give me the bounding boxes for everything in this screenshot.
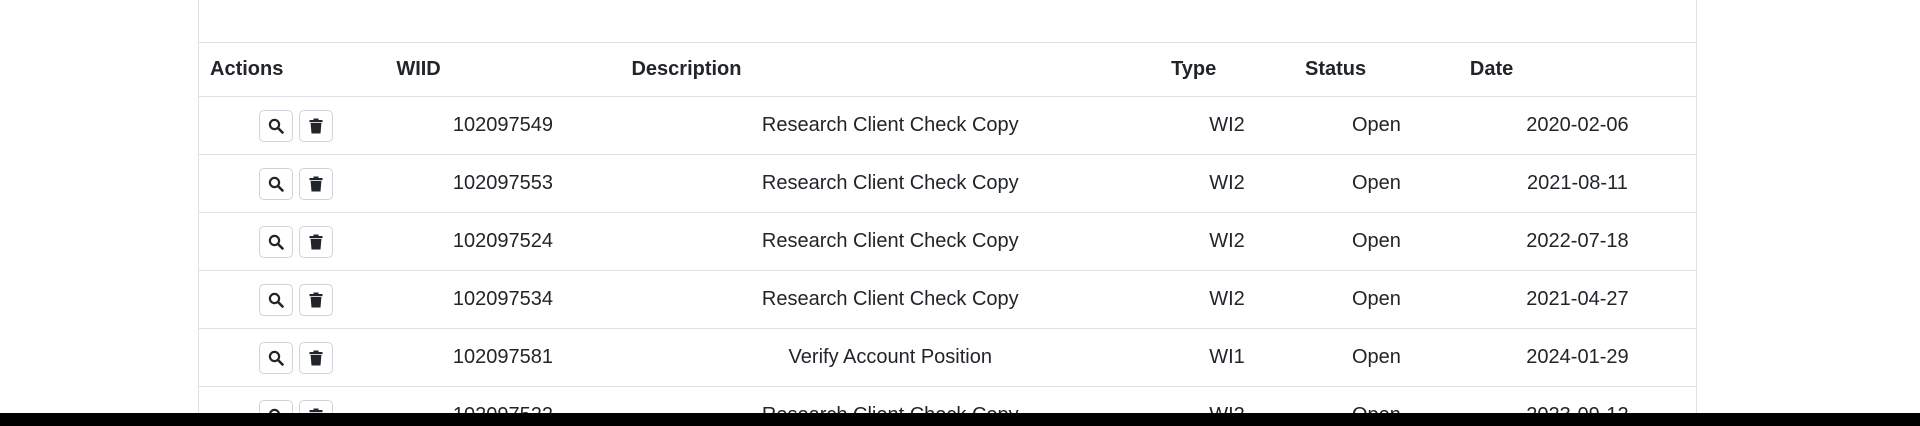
row-actions-cell: [199, 212, 386, 271]
row-wiid: 102097534: [385, 270, 621, 329]
page-viewport: Actions WIID Description Type Status Dat…: [0, 0, 1898, 413]
table-row: 102097524 Research Client Check Copy WI2…: [199, 212, 1696, 271]
row-date: 2024-01-29: [1458, 328, 1696, 387]
row-type: WI2: [1160, 96, 1294, 155]
work-items-table: Actions WIID Description Type Status Dat…: [199, 42, 1696, 413]
search-icon: [268, 292, 284, 308]
row-status: Open: [1293, 212, 1459, 271]
delete-button[interactable]: [299, 341, 334, 374]
row-status: Open: [1293, 96, 1459, 155]
row-date: 2020-02-06: [1458, 96, 1696, 155]
table-row: 102097534 Research Client Check Copy WI2…: [199, 270, 1696, 329]
view-button[interactable]: [259, 283, 294, 316]
row-wiid: 102097522: [385, 386, 621, 413]
row-status: Open: [1293, 386, 1459, 413]
row-date: 2021-04-27: [1458, 270, 1696, 329]
row-description: Verify Account Position: [620, 328, 1161, 387]
delete-button[interactable]: [299, 225, 334, 258]
search-icon: [268, 176, 284, 192]
header-status[interactable]: Status: [1293, 42, 1459, 97]
bottom-edge: [0, 413, 1920, 426]
table-row: 102097522 Research Client Check Copy WI2…: [199, 386, 1696, 413]
row-wiid: 102097581: [385, 328, 621, 387]
table-row: 102097581 Verify Account Position WI1 Op…: [199, 328, 1696, 387]
view-button[interactable]: [259, 109, 294, 142]
row-description: Research Client Check Copy: [620, 212, 1161, 271]
row-type: WI2: [1160, 386, 1294, 413]
delete-button[interactable]: [299, 399, 334, 413]
search-icon: [268, 350, 284, 366]
view-button[interactable]: [259, 167, 294, 200]
row-type: WI2: [1160, 154, 1294, 213]
search-icon: [268, 234, 284, 250]
row-status: Open: [1293, 154, 1459, 213]
header-date[interactable]: Date: [1458, 42, 1696, 97]
table-row: 102097553 Research Client Check Copy WI2…: [199, 154, 1696, 213]
row-date: 2023-09-12: [1458, 386, 1696, 413]
header-actions[interactable]: Actions: [199, 42, 386, 97]
row-wiid: 102097553: [385, 154, 621, 213]
row-actions-cell: [199, 96, 386, 155]
table-header-row: Actions WIID Description Type Status Dat…: [199, 42, 1696, 97]
row-wiid: 102097524: [385, 212, 621, 271]
trash-icon: [309, 350, 323, 365]
trash-icon: [309, 118, 323, 133]
view-button[interactable]: [259, 341, 294, 374]
trash-icon: [309, 176, 323, 191]
header-type[interactable]: Type: [1160, 42, 1294, 97]
header-description[interactable]: Description: [620, 42, 1161, 97]
row-type: WI1: [1160, 328, 1294, 387]
row-actions-cell: [199, 154, 386, 213]
delete-button[interactable]: [299, 167, 334, 200]
view-button[interactable]: [259, 225, 294, 258]
trash-icon: [309, 292, 323, 307]
row-type: WI2: [1160, 212, 1294, 271]
row-actions-cell: [199, 328, 386, 387]
row-actions-cell: [199, 386, 386, 413]
row-date: 2022-07-18: [1458, 212, 1696, 271]
row-description: Research Client Check Copy: [620, 386, 1161, 413]
trash-icon: [309, 234, 323, 249]
work-items-card: Actions WIID Description Type Status Dat…: [198, 0, 1697, 413]
row-description: Research Client Check Copy: [620, 270, 1161, 329]
delete-button[interactable]: [299, 109, 334, 142]
row-wiid: 102097549: [385, 96, 621, 155]
header-wiid[interactable]: WIID: [385, 42, 621, 97]
row-status: Open: [1293, 328, 1459, 387]
row-status: Open: [1293, 270, 1459, 329]
table-body: 102097549 Research Client Check Copy WI2…: [199, 96, 1696, 413]
row-date: 2021-08-11: [1458, 154, 1696, 213]
row-actions-cell: [199, 270, 386, 329]
table-row: 102097549 Research Client Check Copy WI2…: [199, 96, 1696, 155]
delete-button[interactable]: [299, 283, 334, 316]
row-description: Research Client Check Copy: [620, 96, 1161, 155]
view-button[interactable]: [259, 399, 294, 413]
row-type: WI2: [1160, 270, 1294, 329]
search-icon: [268, 118, 284, 134]
row-description: Research Client Check Copy: [620, 154, 1161, 213]
